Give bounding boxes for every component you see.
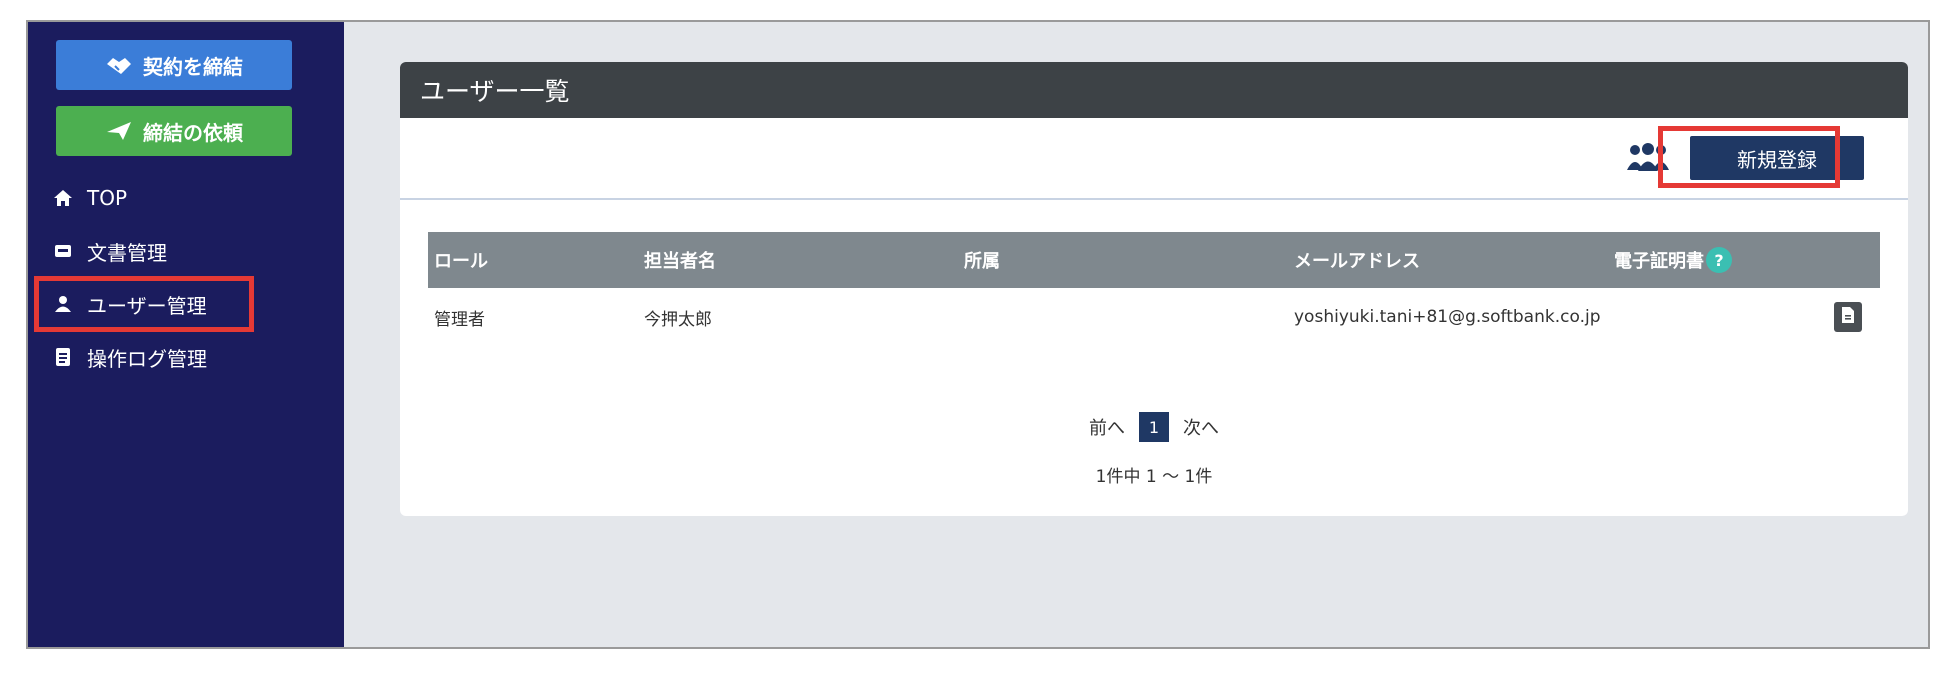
result-count: 1件中 1 ～ 1件 [1095,467,1213,487]
sidebar-item-top[interactable]: TOP [53,178,313,218]
document-icon [53,241,73,261]
header-affiliation[interactable]: 所属 [964,232,1000,288]
page-title: ユーザー一覧 [400,62,1908,118]
app-frame: 契約を締結 締結の依頼 TOP 文書管理 ユーザー管理 操作ログ管理 ユーザー一… [26,20,1930,649]
table-header: ロール 担当者名 所属 メールアドレス 電子証明書 ? [428,232,1880,288]
contract-button[interactable]: 契約を締結 [56,40,292,90]
sidebar-item-documents[interactable]: 文書管理 [53,231,313,271]
prev-page-link[interactable]: 前へ [1089,414,1125,440]
sidebar: 契約を締結 締結の依頼 TOP 文書管理 ユーザー管理 操作ログ管理 [28,22,344,647]
handshake-icon [105,54,133,76]
request-button[interactable]: 締結の依頼 [56,106,292,156]
highlight-box-user-management [34,276,254,332]
cell-name: 今押太郎 [644,309,712,330]
page-number-current[interactable]: 1 [1139,412,1169,442]
file-icon [1841,306,1855,329]
header-certificate-label: 電子証明書 [1614,251,1704,272]
cell-role: 管理者 [434,309,485,330]
certificate-document-button[interactable] [1834,302,1862,332]
table-row[interactable]: 管理者 今押太郎 yoshiyuki.tani+81@g.softbank.co… [428,288,1880,346]
log-icon [53,347,73,367]
contract-button-label: 契約を締結 [143,54,243,79]
header-role[interactable]: ロール [434,232,488,288]
help-icon[interactable]: ? [1706,247,1732,273]
paper-plane-icon [105,120,133,142]
home-icon [53,188,73,208]
cell-email: yoshiyuki.tani+81@g.softbank.co.jp [1294,307,1601,327]
header-certificate: 電子証明書 ? [1614,232,1732,288]
request-button-label: 締結の依頼 [143,120,243,145]
next-page-link[interactable]: 次へ [1183,414,1219,440]
sidebar-item-label: 操作ログ管理 [87,346,207,371]
header-name[interactable]: 担当者名 [644,232,716,288]
pagination: 前へ 1 次へ [400,412,1908,442]
sidebar-item-logs[interactable]: 操作ログ管理 [53,337,313,377]
header-email[interactable]: メールアドレス [1294,232,1420,288]
sidebar-item-label: TOP [87,186,128,210]
sidebar-item-label: 文書管理 [87,240,167,265]
user-table: ロール 担当者名 所属 メールアドレス 電子証明書 ? 管理者 今押太郎 yos… [428,232,1880,346]
highlight-box-new-registration [1658,126,1840,188]
